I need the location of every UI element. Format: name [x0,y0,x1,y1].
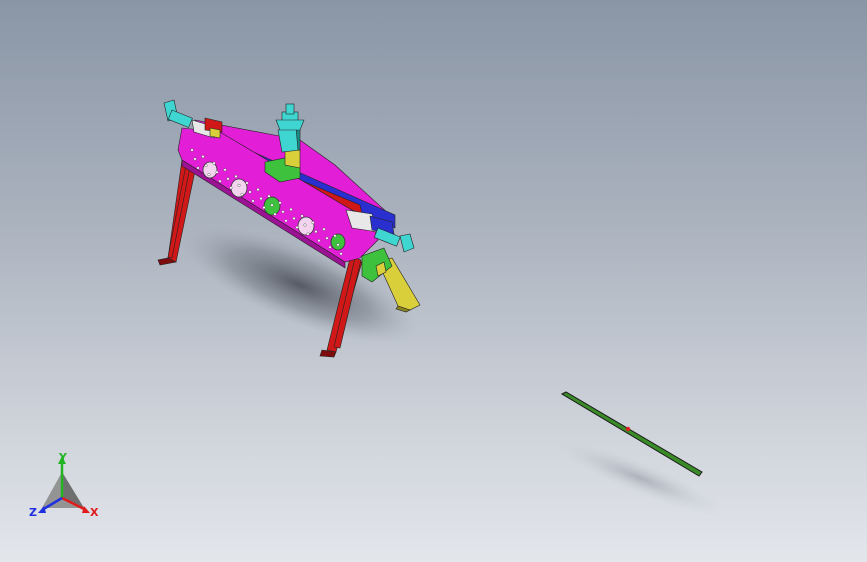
small-hole [322,227,326,231]
small-hole [311,221,315,225]
small-hole [234,174,238,178]
small-hole [204,164,208,168]
small-hole [251,199,255,203]
graphics-viewport[interactable]: Y X Z [0,0,867,562]
small-hole [267,194,271,198]
small-hole [237,183,241,187]
small-hole [270,203,274,207]
small-hole [259,197,263,201]
small-hole [325,236,329,240]
small-hole [226,177,230,181]
small-hole [281,210,285,214]
small-hole [229,186,233,190]
small-hole [289,207,293,211]
x-axis-label: X [90,506,99,519]
small-hole [314,230,318,234]
small-hole [262,206,266,210]
small-hole [284,219,288,223]
z-axis-label: Z [29,506,37,519]
small-hole [207,173,211,177]
small-hole [295,225,299,229]
small-hole [292,216,296,220]
small-hole [339,252,343,256]
small-hole [201,155,205,159]
small-hole [190,148,194,152]
small-hole [317,239,321,243]
small-hole [336,243,340,247]
cad-scene[interactable]: Y X Z [0,0,867,562]
small-hole [333,234,337,238]
y-axis-label: Y [58,451,68,464]
small-hole [196,166,200,170]
part-shadow [556,441,724,515]
small-hole [248,190,252,194]
small-hole [306,232,310,236]
rod-origin-marker [625,426,631,432]
small-hole [300,214,304,218]
small-hole [223,168,227,172]
small-hole [273,212,277,216]
small-hole [245,181,249,185]
small-hole [278,201,282,205]
view-orientation-triad[interactable]: Y X Z [29,451,99,519]
small-hole [303,223,307,227]
small-hole [240,192,244,196]
small-hole [256,188,260,192]
small-hole [193,157,197,161]
small-hole [218,179,222,183]
small-hole [215,170,219,174]
small-hole [212,161,216,165]
small-hole [328,245,332,249]
